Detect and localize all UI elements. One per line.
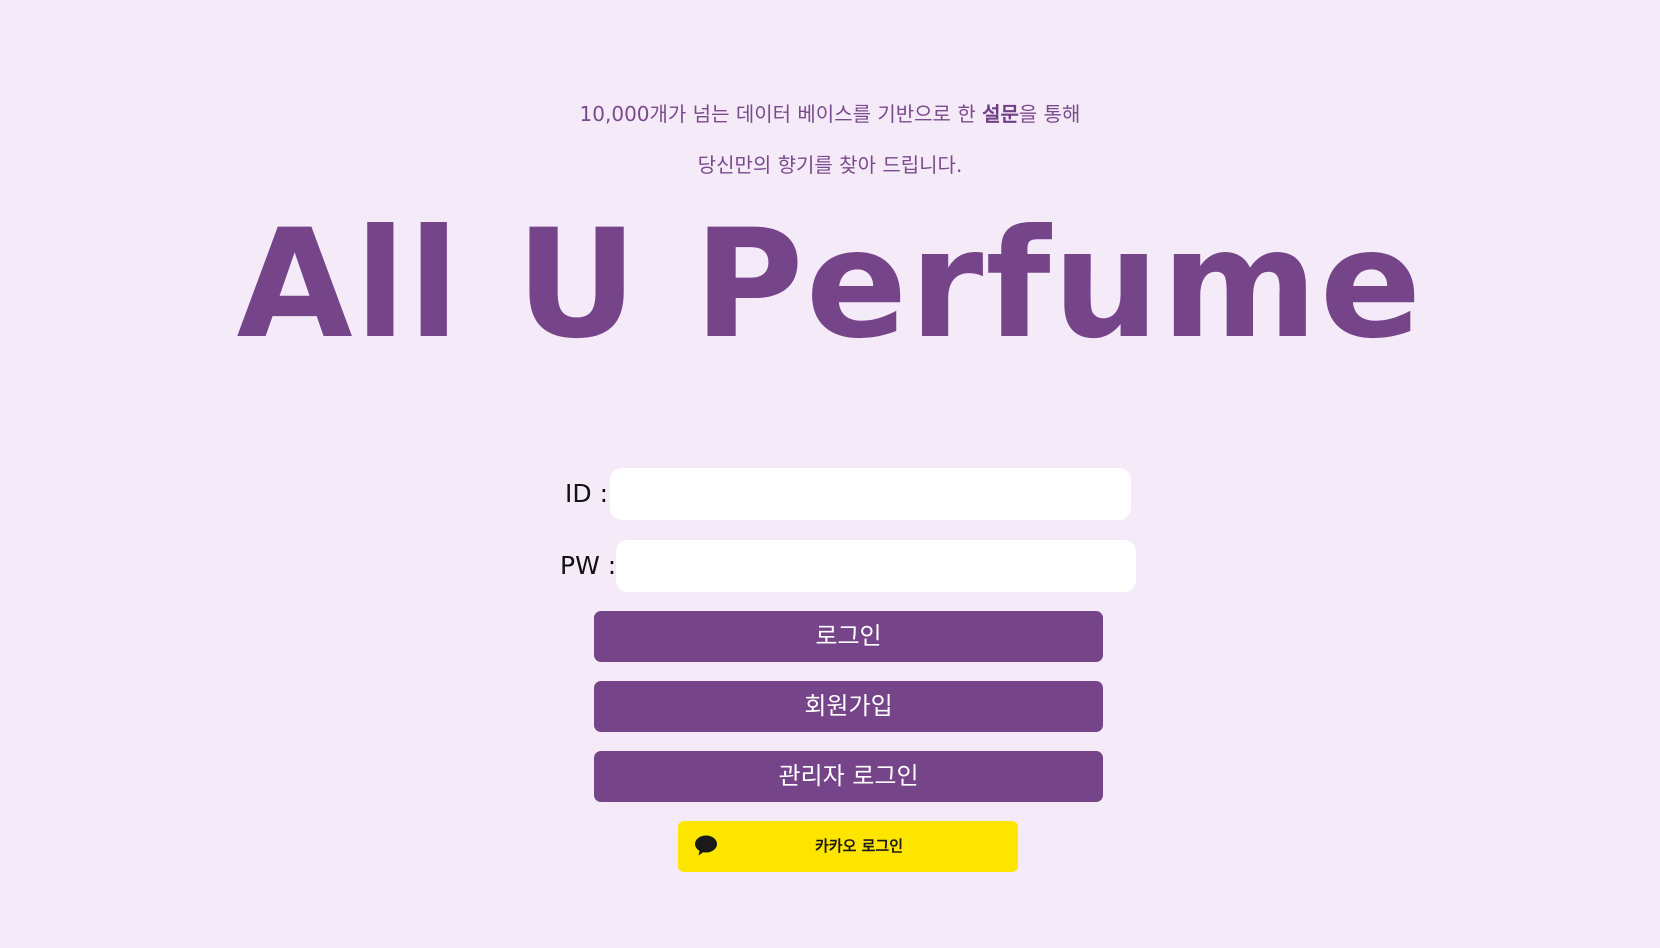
tagline-text: 10,000개가 넘는 데이터 베이스를 기반으로 한 — [579, 102, 983, 126]
kakao-login-button[interactable]: 카카오 로그인 — [678, 821, 1018, 872]
brand-title: All U Perfume — [236, 198, 1424, 372]
pw-label: PW : — [560, 551, 617, 580]
pw-input[interactable] — [616, 540, 1136, 592]
tagline-line-2: 당신만의 향기를 찾아 드립니다. — [697, 153, 963, 177]
admin-login-button[interactable]: 관리자 로그인 — [594, 751, 1103, 802]
signup-button[interactable]: 회원가입 — [594, 681, 1103, 732]
tagline-text-end: 을 통해 — [1018, 102, 1081, 126]
id-label: ID : — [565, 479, 608, 508]
kakao-login-label: 카카오 로그인 — [814, 837, 904, 855]
login-button[interactable]: 로그인 — [594, 611, 1103, 662]
id-input[interactable] — [610, 468, 1131, 520]
tagline-line-1: 10,000개가 넘는 데이터 베이스를 기반으로 한 설문을 통해 — [0, 98, 1660, 127]
tagline-highlight: 설문 — [982, 102, 1019, 126]
